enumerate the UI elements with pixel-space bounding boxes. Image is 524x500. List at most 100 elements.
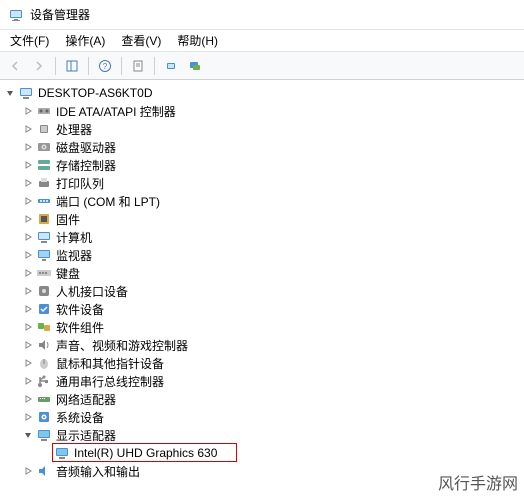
expander-icon[interactable]: [20, 211, 36, 227]
audio-icon: [36, 337, 52, 353]
expander-icon[interactable]: [20, 229, 36, 245]
expander-icon[interactable]: [20, 103, 36, 119]
swcomp-icon: [36, 319, 52, 335]
device-tree[interactable]: DESKTOP-AS6KT0D IDE ATA/ATAPI 控制器处理器磁盘驱动器…: [0, 80, 524, 500]
tree-category[interactable]: 端口 (COM 和 LPT): [2, 192, 522, 210]
expander-icon[interactable]: [20, 193, 36, 209]
tree-category[interactable]: 磁盘驱动器: [2, 138, 522, 156]
tree-category[interactable]: 鼠标和其他指针设备: [2, 354, 522, 372]
menu-help[interactable]: 帮助(H): [171, 30, 224, 51]
tree-category[interactable]: 软件设备: [2, 300, 522, 318]
tree-category[interactable]: 通用串行总线控制器: [2, 372, 522, 390]
tree-category[interactable]: 固件: [2, 210, 522, 228]
system-icon: [36, 409, 52, 425]
menubar: 文件(F) 操作(A) 查看(V) 帮助(H): [0, 30, 524, 52]
toolbar-separator: [55, 57, 56, 75]
category-label: 软件组件: [56, 319, 104, 336]
category-label: 计算机: [56, 229, 92, 246]
root-label: DESKTOP-AS6KT0D: [38, 86, 152, 100]
display-icon: [54, 445, 70, 461]
expander-icon[interactable]: [20, 319, 36, 335]
category-label: 键盘: [56, 265, 80, 282]
scan-hardware-button[interactable]: [160, 55, 182, 77]
tree-device[interactable]: Intel(R) UHD Graphics 630: [2, 444, 522, 462]
computer-icon: [18, 85, 34, 101]
monitor-icon: [36, 247, 52, 263]
disk-icon: [36, 139, 52, 155]
software-icon: [36, 301, 52, 317]
tree-category[interactable]: 监视器: [2, 246, 522, 264]
tree-category[interactable]: 显示适配器: [2, 426, 522, 444]
expander-icon[interactable]: [20, 283, 36, 299]
expander-icon[interactable]: [20, 121, 36, 137]
expander-icon[interactable]: [20, 175, 36, 191]
category-label: 通用串行总线控制器: [56, 373, 164, 390]
category-label: 网络适配器: [56, 391, 116, 408]
tree-category[interactable]: 计算机: [2, 228, 522, 246]
usb-icon: [36, 373, 52, 389]
expander-icon[interactable]: [20, 247, 36, 263]
category-label: 监视器: [56, 247, 92, 264]
expander-icon[interactable]: [20, 337, 36, 353]
forward-button: [28, 55, 50, 77]
toolbar-separator: [154, 57, 155, 75]
device-label: Intel(R) UHD Graphics 630: [74, 446, 217, 460]
expander-spacer: [38, 445, 54, 461]
expander-icon[interactable]: [20, 391, 36, 407]
show-hide-tree-button[interactable]: [61, 55, 83, 77]
menu-view[interactable]: 查看(V): [115, 30, 167, 51]
expander-icon[interactable]: [20, 301, 36, 317]
hid-icon: [36, 283, 52, 299]
tree-root[interactable]: DESKTOP-AS6KT0D: [2, 84, 522, 102]
titlebar: 设备管理器: [0, 0, 524, 30]
tree-category[interactable]: 网络适配器: [2, 390, 522, 408]
category-label: 存储控制器: [56, 157, 116, 174]
watermark: 风行手游网: [438, 470, 518, 494]
menu-actions[interactable]: 操作(A): [59, 30, 111, 51]
storage-icon: [36, 157, 52, 173]
category-label: 打印队列: [56, 175, 104, 192]
keyboard-icon: [36, 265, 52, 281]
expander-icon[interactable]: [20, 427, 36, 443]
display-icon: [36, 427, 52, 443]
expander-icon[interactable]: [20, 409, 36, 425]
tree-category[interactable]: 声音、视频和游戏控制器: [2, 336, 522, 354]
printer-icon: [36, 175, 52, 191]
tree-category[interactable]: IDE ATA/ATAPI 控制器: [2, 102, 522, 120]
tree-category[interactable]: 打印队列: [2, 174, 522, 192]
properties-button[interactable]: [127, 55, 149, 77]
network-icon: [36, 391, 52, 407]
tree-category[interactable]: 存储控制器: [2, 156, 522, 174]
window-title: 设备管理器: [30, 6, 90, 23]
expander-icon[interactable]: [20, 463, 36, 479]
tree-category[interactable]: 软件组件: [2, 318, 522, 336]
devices-printers-button[interactable]: [184, 55, 206, 77]
expander-icon[interactable]: [20, 157, 36, 173]
category-label: 磁盘驱动器: [56, 139, 116, 156]
category-label: IDE ATA/ATAPI 控制器: [56, 103, 176, 120]
mouse-icon: [36, 355, 52, 371]
category-label: 处理器: [56, 121, 92, 138]
category-label: 系统设备: [56, 409, 104, 426]
computer-icon: [36, 229, 52, 245]
expander-icon[interactable]: [2, 85, 18, 101]
tree-category[interactable]: 处理器: [2, 120, 522, 138]
help-button[interactable]: ?: [94, 55, 116, 77]
expander-icon[interactable]: [20, 139, 36, 155]
ide-icon: [36, 103, 52, 119]
toolbar-separator: [121, 57, 122, 75]
expander-icon[interactable]: [20, 355, 36, 371]
category-label: 显示适配器: [56, 427, 116, 444]
tree-category[interactable]: 人机接口设备: [2, 282, 522, 300]
expander-icon[interactable]: [20, 373, 36, 389]
tree-category[interactable]: 键盘: [2, 264, 522, 282]
category-label: 固件: [56, 211, 80, 228]
expander-icon[interactable]: [20, 265, 36, 281]
menu-file[interactable]: 文件(F): [4, 30, 55, 51]
toolbar: ?: [0, 52, 524, 80]
port-icon: [36, 193, 52, 209]
category-label: 端口 (COM 和 LPT): [56, 193, 160, 210]
tree-category[interactable]: 系统设备: [2, 408, 522, 426]
audioio-icon: [36, 463, 52, 479]
category-label: 鼠标和其他指针设备: [56, 355, 164, 372]
